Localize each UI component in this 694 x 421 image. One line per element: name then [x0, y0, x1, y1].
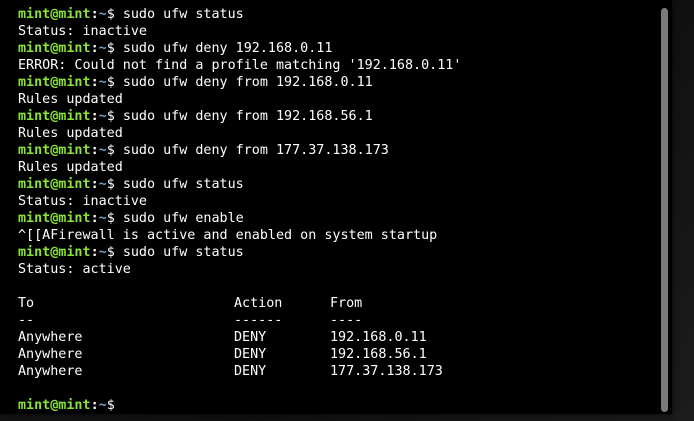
- prompt-dollar: $: [106, 245, 123, 260]
- command-text: sudo ufw enable: [122, 211, 244, 226]
- prompt-dollar: $: [106, 177, 123, 192]
- prompt-line: mint@mint:~$: [18, 397, 658, 414]
- prompt-dollar: $: [106, 398, 123, 413]
- prompt-colon: :: [90, 211, 99, 226]
- prompt-line: mint@mint:~$ sudo ufw deny from 177.37.1…: [18, 142, 658, 159]
- prompt-dollar: $: [106, 109, 123, 124]
- prompt-line: mint@mint:~$ sudo ufw deny from 192.168.…: [18, 108, 658, 125]
- rule-from: 192.168.56.1: [330, 347, 427, 362]
- separator-to: --: [18, 313, 35, 328]
- prompt-dollar: $: [106, 75, 123, 90]
- prompt-line: mint@mint:~$ sudo ufw status: [18, 244, 658, 261]
- prompt-line: mint@mint:~$ sudo ufw status: [18, 176, 658, 193]
- prompt-colon: :: [90, 177, 99, 192]
- desktop-background: mint@mint:~$ sudo ufw status Status: inac…: [0, 0, 694, 421]
- prompt-colon: :: [90, 109, 99, 124]
- output-line: Status: inactive: [18, 24, 147, 39]
- prompt-line: mint@mint:~$ sudo ufw status: [18, 6, 658, 23]
- prompt-colon: :: [90, 7, 99, 22]
- scrollbar-thumb[interactable]: [661, 8, 668, 412]
- prompt-colon: :: [90, 41, 99, 56]
- command-text: sudo ufw status: [122, 7, 244, 22]
- header-from: From: [330, 296, 363, 311]
- output-line: ^[[AFirewall is active and enabled on sy…: [18, 228, 438, 243]
- prompt-colon: :: [90, 143, 99, 158]
- prompt-user-host: mint@mint: [18, 143, 91, 158]
- prompt-colon: :: [90, 75, 99, 90]
- prompt-user-host: mint@mint: [18, 398, 91, 413]
- terminal-output[interactable]: mint@mint:~$ sudo ufw status Status: inac…: [18, 6, 658, 414]
- prompt-user-host: mint@mint: [18, 211, 91, 226]
- rules-table-header: To Action From: [18, 295, 658, 312]
- command-text: sudo ufw deny from 192.168.56.1: [122, 109, 373, 124]
- command-text: sudo ufw deny from 192.168.0.11: [122, 75, 373, 90]
- prompt-colon: :: [90, 245, 99, 260]
- prompt-path: ~: [98, 211, 107, 226]
- prompt-dollar: $: [106, 41, 123, 56]
- prompt-user-host: mint@mint: [18, 41, 91, 56]
- terminal-window[interactable]: mint@mint:~$ sudo ufw status Status: inac…: [0, 0, 672, 414]
- prompt-line: mint@mint:~$ sudo ufw deny 192.168.0.11: [18, 40, 658, 57]
- rule-action: DENY: [234, 347, 267, 362]
- prompt-path: ~: [98, 143, 107, 158]
- output-line: Rules updated: [18, 92, 123, 107]
- prompt-path: ~: [98, 398, 107, 413]
- rule-from: 177.37.138.173: [330, 364, 443, 379]
- table-row: Anywhere DENY 177.37.138.173: [18, 363, 658, 380]
- terminal-scrollbar[interactable]: [661, 8, 668, 412]
- rule-to: Anywhere: [18, 347, 83, 362]
- rule-to: Anywhere: [18, 330, 83, 345]
- table-row: Anywhere DENY 192.168.56.1: [18, 346, 658, 363]
- command-text: sudo ufw status: [122, 245, 244, 260]
- prompt-dollar: $: [106, 143, 123, 158]
- prompt-path: ~: [98, 7, 107, 22]
- prompt-dollar: $: [106, 7, 123, 22]
- header-action: Action: [234, 296, 283, 311]
- prompt-user-host: mint@mint: [18, 7, 91, 22]
- prompt-path: ~: [98, 75, 107, 90]
- output-line: ERROR: Could not find a profile matching…: [18, 58, 462, 73]
- output-line: Status: active: [18, 262, 131, 277]
- rule-to: Anywhere: [18, 364, 83, 379]
- prompt-user-host: mint@mint: [18, 109, 91, 124]
- rules-table-separator: -- ------ ----: [18, 312, 658, 329]
- prompt-path: ~: [98, 109, 107, 124]
- rule-from: 192.168.0.11: [330, 330, 427, 345]
- rule-action: DENY: [234, 330, 267, 345]
- command-text: sudo ufw deny 192.168.0.11: [122, 41, 333, 56]
- header-to: To: [18, 296, 35, 311]
- table-row: Anywhere DENY 192.168.0.11: [18, 329, 658, 346]
- output-line: Status: inactive: [18, 194, 147, 209]
- separator-action: ------: [234, 313, 283, 328]
- prompt-path: ~: [98, 245, 107, 260]
- separator-from: ----: [330, 313, 363, 328]
- prompt-path: ~: [98, 177, 107, 192]
- prompt-colon: :: [90, 398, 99, 413]
- output-line: Rules updated: [18, 126, 123, 141]
- prompt-user-host: mint@mint: [18, 245, 91, 260]
- command-text: sudo ufw deny from 177.37.138.173: [122, 143, 389, 158]
- prompt-path: ~: [98, 41, 107, 56]
- rule-action: DENY: [234, 364, 267, 379]
- prompt-line: mint@mint:~$ sudo ufw enable: [18, 210, 658, 227]
- command-text: sudo ufw status: [122, 177, 244, 192]
- prompt-dollar: $: [106, 211, 123, 226]
- prompt-user-host: mint@mint: [18, 75, 91, 90]
- prompt-user-host: mint@mint: [18, 177, 91, 192]
- output-line: Rules updated: [18, 160, 123, 175]
- prompt-line: mint@mint:~$ sudo ufw deny from 192.168.…: [18, 74, 658, 91]
